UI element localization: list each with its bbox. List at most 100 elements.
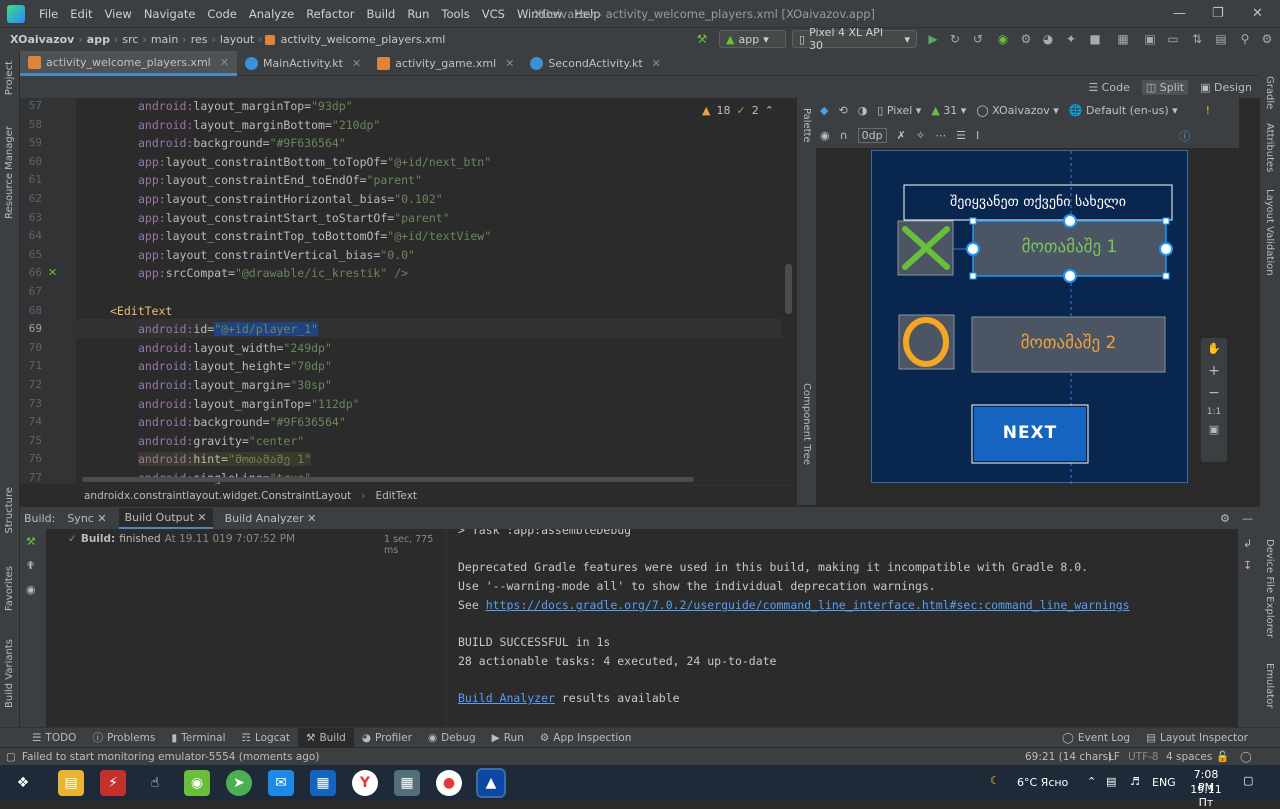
device-dropdown-design[interactable]: ▯ Pixel ▾ xyxy=(877,104,921,117)
language-indicator[interactable]: ENG xyxy=(1152,776,1176,789)
run-tab[interactable]: ▶ Run xyxy=(484,728,532,748)
line-number[interactable]: 76 xyxy=(20,452,42,465)
tab-build-analyzer[interactable]: Build Analyzer ✕ xyxy=(225,512,317,525)
nvidia-icon[interactable]: ◉ xyxy=(184,769,210,796)
menu-vcs[interactable]: VCS xyxy=(476,7,511,21)
logcat-tab[interactable]: ☶ Logcat xyxy=(234,728,299,748)
eye-icon[interactable]: ◉ xyxy=(820,129,830,142)
code-line[interactable]: android:layout_marginBottom="210dp" xyxy=(138,118,380,132)
night-mode-icon[interactable]: ◑ xyxy=(858,104,868,117)
code-line[interactable]: <EditText xyxy=(110,304,172,318)
android-studio-taskbar-icon[interactable]: ▲ xyxy=(476,767,506,798)
layout-inspector-tab[interactable]: ▤ Layout Inspector xyxy=(1138,728,1256,748)
eye-icon[interactable]: ◉ xyxy=(26,583,36,596)
run-config-dropdown[interactable]: ▲ app ▾ xyxy=(719,30,786,48)
tray-expand-icon[interactable]: ⌃ xyxy=(1087,775,1096,788)
code-line[interactable]: android:layout_height="70dp" xyxy=(138,359,332,373)
status-message[interactable]: Failed to start monitoring emulator-5554… xyxy=(22,751,320,763)
attach-debugger-icon[interactable]: ⚙ xyxy=(1018,31,1034,47)
layout-validation-tool-tab[interactable]: Layout Validation xyxy=(1264,189,1275,276)
crumb-module[interactable]: app xyxy=(83,33,114,46)
editor-scrollbar-thumb[interactable] xyxy=(785,264,792,314)
gear-icon[interactable]: ⚙ xyxy=(1220,512,1230,525)
line-number[interactable]: 75 xyxy=(20,434,42,447)
device-manager-icon[interactable]: ▦ xyxy=(1115,31,1131,47)
network-icon[interactable]: ▤ xyxy=(1106,775,1116,788)
file-explorer-icon[interactable]: ▤ xyxy=(58,769,84,796)
line-number[interactable]: 73 xyxy=(20,397,42,410)
rerun-icon[interactable]: ↻ xyxy=(947,31,963,47)
line-number[interactable]: 64 xyxy=(20,229,42,242)
mail-icon[interactable]: ✉ xyxy=(268,769,294,796)
line-number[interactable]: 59 xyxy=(20,136,42,149)
build-analyzer-link[interactable]: Build Analyzer xyxy=(458,691,555,705)
code-line[interactable]: android:layout_marginTop="93dp" xyxy=(138,99,353,113)
editor-horizontal-scrollbar[interactable] xyxy=(82,477,694,482)
notifications-icon[interactable]: ▢ xyxy=(1243,774,1253,787)
calculator-icon[interactable]: ▦ xyxy=(394,769,420,796)
tab-activity-game[interactable]: activity_game.xml ✕ xyxy=(369,51,522,76)
align-icon[interactable]: ☰ xyxy=(956,129,966,142)
code-line[interactable]: app:layout_constraintBottom_toTopOf="@+i… xyxy=(138,155,491,169)
code-editor[interactable]: 57 android:layout_marginTop="93dp" 58 andro… xyxy=(20,98,796,484)
app-inspection-tab[interactable]: ⚙ App Inspection xyxy=(532,728,640,748)
menu-run[interactable]: Run xyxy=(401,7,435,21)
pin-icon[interactable]: ✟ xyxy=(26,559,35,572)
zoom-actual-size[interactable]: 1:1 xyxy=(1201,407,1227,417)
line-number[interactable]: 61 xyxy=(20,173,42,186)
tab-sync[interactable]: Sync ✕ xyxy=(67,512,106,525)
structure-tool-tab[interactable]: Structure xyxy=(4,487,15,534)
crumb-project[interactable]: XOaivazov xyxy=(0,33,78,46)
device-file-explorer-tool-tab[interactable]: Device File Explorer xyxy=(1264,539,1275,638)
line-number[interactable]: 74 xyxy=(20,415,42,428)
apply-changes-icon[interactable]: ↺ xyxy=(970,31,986,47)
zoom-out-icon[interactable]: − xyxy=(1201,385,1227,401)
minimize-icon[interactable]: — xyxy=(1173,6,1186,21)
line-number[interactable]: 68 xyxy=(20,304,42,317)
gradle-docs-link[interactable]: https://docs.gradle.org/7.0.2/userguide/… xyxy=(486,598,1130,612)
lock-icon[interactable]: 🔓 xyxy=(1216,750,1229,763)
zoom-to-fit-icon[interactable]: ▣ xyxy=(1201,423,1227,436)
run-icon[interactable]: ▶ xyxy=(925,31,941,47)
menu-navigate[interactable]: Navigate xyxy=(138,7,202,21)
telegram-icon[interactable]: ➤ xyxy=(226,769,252,796)
code-line[interactable]: android:background="#9F636564" xyxy=(138,136,346,150)
yandex-browser-icon[interactable]: Y xyxy=(352,769,378,796)
guidelines-icon[interactable]: ⋯ xyxy=(935,129,946,142)
code-line[interactable]: android:gravity="center" xyxy=(138,434,304,448)
terminal-tab[interactable]: ▮ Terminal xyxy=(163,728,233,748)
favorites-tool-tab[interactable]: Favorites xyxy=(4,566,15,611)
stop-icon[interactable]: ■ xyxy=(1087,31,1103,47)
device-dropdown[interactable]: ▯ Pixel 4 XL API 30 ▾ xyxy=(792,26,917,52)
api-dropdown[interactable]: ▲ 31 ▾ xyxy=(931,104,966,117)
warning-badge-icon[interactable]: ! xyxy=(1206,104,1210,117)
sync-icon[interactable]: ⇅ xyxy=(1189,31,1205,47)
drawable-gutter-icon[interactable]: ✕ xyxy=(48,266,57,279)
code-line[interactable]: app:layout_constraintTop_toBottomOf="@+i… xyxy=(138,229,491,243)
menu-code[interactable]: Code xyxy=(201,7,242,21)
code-line[interactable]: app:layout_constraintHorizontal_bias="0.… xyxy=(138,192,443,206)
code-view-button[interactable]: ☰ Code xyxy=(1084,80,1134,95)
indent-setting[interactable]: 4 spaces xyxy=(1166,751,1212,763)
crumb-layout[interactable]: layout xyxy=(216,33,258,46)
menu-view[interactable]: View xyxy=(99,7,138,21)
line-number[interactable]: 57 xyxy=(20,99,42,112)
baseline-icon[interactable]: I xyxy=(976,129,979,142)
menu-tools[interactable]: Tools xyxy=(435,7,475,21)
chevron-up-icon[interactable]: ⌃ xyxy=(765,104,774,117)
close-tab-icon[interactable]: ✕ xyxy=(652,57,661,70)
clock-date[interactable]: 19.11 Пт xyxy=(1186,783,1226,809)
code-line[interactable]: app:layout_constraintStart_toStartOf="pa… xyxy=(138,211,450,225)
line-number[interactable]: 63 xyxy=(20,211,42,224)
build-tab[interactable]: ⚒ Build xyxy=(298,727,354,748)
coverage-icon[interactable]: ✦ xyxy=(1063,31,1079,47)
volume-icon[interactable]: ♬ xyxy=(1130,775,1140,788)
profiler-icon[interactable]: ◕ xyxy=(1040,31,1056,47)
crumb-src[interactable]: src xyxy=(118,33,142,46)
layout-inspector-icon[interactable]: ▤ xyxy=(1213,31,1229,47)
soft-wrap-icon[interactable]: ↲ xyxy=(1243,537,1252,550)
tab-main-activity[interactable]: MainActivity.kt ✕ xyxy=(237,51,369,76)
design-view-button[interactable]: ▣ Design xyxy=(1196,80,1256,95)
line-number[interactable]: 72 xyxy=(20,378,42,391)
editor-scroll-marks[interactable] xyxy=(782,98,796,484)
